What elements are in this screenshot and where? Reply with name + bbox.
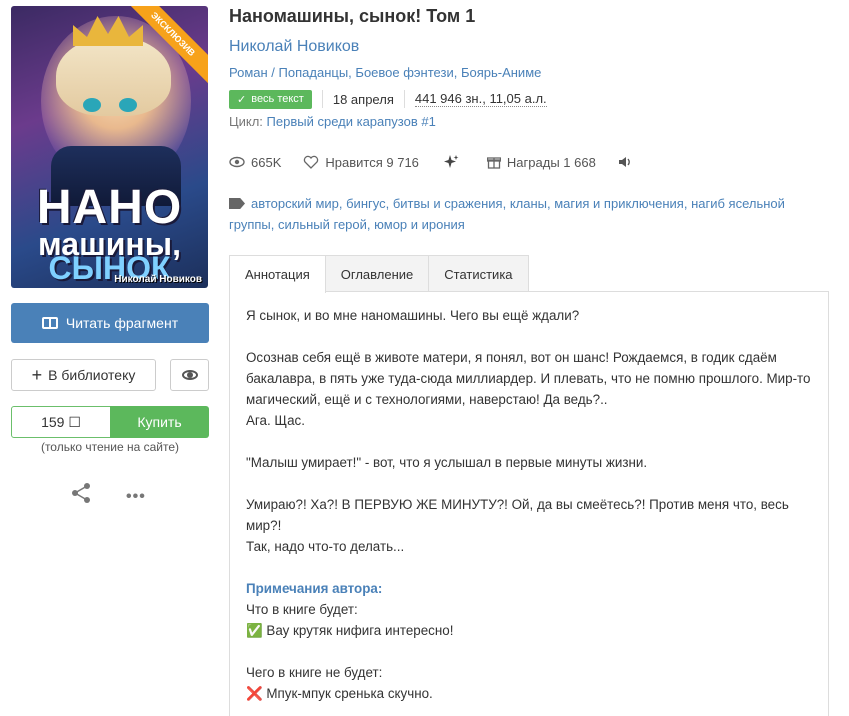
- publish-date: 18 апреля: [332, 91, 394, 107]
- stats-bar: 665K Нравится 9 716 Награды 1 668: [229, 152, 654, 172]
- author-notes-title: Примечания автора:: [246, 581, 383, 596]
- sparkle-icon: [443, 155, 459, 168]
- cycle-info: Цикл: Первый среди карапузов #1: [229, 114, 436, 129]
- awards-count: 1 668: [563, 154, 596, 170]
- tag-link[interactable]: сильный герой: [278, 217, 367, 232]
- cover-title-line1: НАНО: [36, 181, 183, 234]
- genre-list: Роман / Попаданцы, Боевое фэнтези, Боярь…: [229, 65, 542, 80]
- genre-link[interactable]: Боевое фэнтези: [355, 65, 453, 80]
- genre-link[interactable]: Боярь-Аниме: [461, 65, 541, 80]
- tab-contents[interactable]: Оглавление: [324, 255, 430, 292]
- likes-count: 9 716: [386, 154, 419, 170]
- tab-statistics[interactable]: Статистика: [428, 255, 529, 292]
- author-notes-cont: Чего в книге не будет: ❌ Мпук-мпук срень…: [246, 665, 433, 701]
- speaker-icon: [618, 157, 630, 167]
- book-meta: ✓ весь текст 18 апреля 441 946 зн., 11,0…: [229, 89, 547, 109]
- awards-button[interactable]: Награды 1 668: [486, 154, 596, 170]
- sparkle-button[interactable]: [441, 154, 465, 170]
- genre-link[interactable]: Роман: [229, 65, 268, 80]
- eye-icon: [229, 156, 245, 168]
- heart-icon: [304, 155, 319, 169]
- cover-author: Николай Новиков: [114, 274, 202, 285]
- annotation-paragraph: Я сынок, и во мне наномашины. Чего вы ещ…: [246, 308, 580, 323]
- book-tabs: Аннотация Оглавление Статистика: [229, 255, 529, 293]
- like-button[interactable]: Нравится 9 716: [303, 155, 419, 170]
- cover-art-eye: [83, 98, 101, 112]
- tag-link[interactable]: битвы и сражения: [393, 196, 503, 211]
- tag-link[interactable]: магия и приключения: [554, 196, 684, 211]
- status-badge: ✓ весь текст: [229, 89, 312, 109]
- buy-button[interactable]: Купить: [110, 406, 209, 438]
- annotation-text: Я сынок, и во мне наномашины. Чего вы ещ…: [246, 305, 816, 716]
- tag-link[interactable]: бингус: [346, 196, 385, 211]
- cover-art-hair: [56, 36, 171, 116]
- tag-link[interactable]: авторский мир: [251, 196, 339, 211]
- tag-icon: [229, 198, 245, 209]
- author-link[interactable]: Николай Новиков: [229, 38, 359, 56]
- author-notes: Примечания автора: Что в книге будет: ✅ …: [246, 581, 454, 638]
- genre-link[interactable]: Попаданцы: [279, 65, 349, 80]
- annotation-paragraph: "Малыш умирает!" - вот, что я услышал в …: [246, 455, 648, 470]
- tag-link[interactable]: юмор и ирония: [374, 217, 465, 232]
- share-icon[interactable]: [70, 483, 92, 503]
- add-to-library-label: В библиотеку: [48, 367, 136, 383]
- cover-art-eye: [119, 98, 137, 112]
- follow-button[interactable]: [170, 359, 209, 391]
- book-open-icon: [41, 317, 58, 329]
- tag-link[interactable]: кланы: [510, 196, 547, 211]
- check-icon: ✓: [237, 93, 247, 106]
- awards-label: Награды: [506, 154, 560, 170]
- plus-icon: +: [31, 365, 43, 385]
- tag-list: авторский мир, бингус, битвы и сражения,…: [229, 196, 785, 232]
- likes-label: Нравится: [325, 154, 383, 170]
- eye-icon: [181, 370, 198, 380]
- more-options-icon[interactable]: •••: [126, 488, 146, 506]
- tab-annotation[interactable]: Аннотация: [229, 255, 326, 293]
- read-fragment-label: Читать фрагмент: [65, 315, 179, 331]
- purchase-note: (только чтение на сайте): [40, 440, 180, 454]
- annotation-paragraph: Осознав себя ещё в животе матери, я поня…: [246, 350, 811, 428]
- views-stat: 665K: [229, 155, 281, 170]
- cycle-label: Цикл:: [229, 114, 263, 129]
- add-to-library-button[interactable]: + В библиотеку: [11, 359, 156, 391]
- gift-icon: [486, 157, 501, 169]
- audio-button[interactable]: [618, 156, 632, 168]
- book-cover[interactable]: ЭКСКЛЮЗИВ НАНО машины, СЫНОК Николай Нов…: [11, 6, 208, 288]
- views-count: 665K: [251, 154, 282, 170]
- book-title: Наномашины, сынок! Том 1: [229, 6, 476, 26]
- book-size: 441 946 зн., 11,05 а.л.: [414, 91, 547, 107]
- status-label: весь текст: [251, 93, 304, 105]
- price-display: 159 ☐: [11, 406, 111, 438]
- annotation-paragraph: Умираю?! Ха?! В ПЕРВУЮ ЖЕ МИНУТУ?! Ой, д…: [246, 497, 789, 554]
- cycle-link[interactable]: Первый среди карапузов #1: [267, 114, 436, 129]
- read-fragment-button[interactable]: Читать фрагмент: [11, 303, 209, 343]
